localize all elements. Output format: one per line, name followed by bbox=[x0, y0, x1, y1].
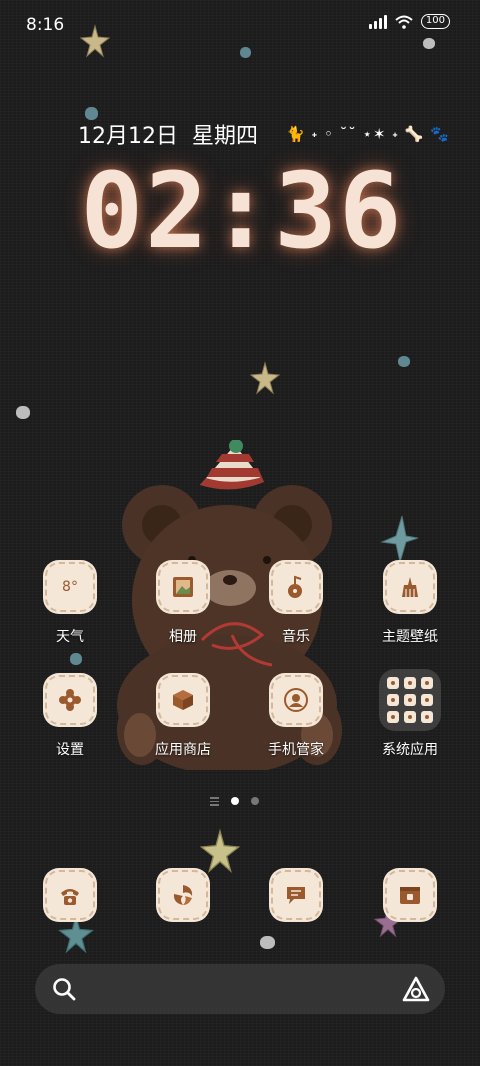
dock-messages[interactable] bbox=[246, 870, 346, 920]
weather-temp: 8° bbox=[62, 579, 78, 595]
status-bar: 8:16 100 bbox=[0, 0, 480, 50]
doodle-decoration: 🐈 ˖ ◦ ˘˘ ⋆✶ ˖ 🦴 🐾 bbox=[286, 125, 450, 143]
assistant-icon[interactable] bbox=[401, 975, 431, 1003]
app-label: 天气 bbox=[56, 629, 84, 645]
weather-icon: 8° bbox=[45, 562, 95, 612]
app-label: 主题壁纸 bbox=[382, 629, 438, 645]
pebble-decoration bbox=[16, 406, 30, 419]
pebble-decoration bbox=[398, 356, 410, 367]
app-label: 音乐 bbox=[282, 629, 310, 645]
browser-icon bbox=[158, 870, 208, 920]
settings-icon bbox=[45, 675, 95, 725]
app-security[interactable]: 手机管家 bbox=[246, 675, 346, 759]
status-icons: 100 bbox=[368, 14, 450, 29]
star-decoration bbox=[250, 361, 280, 395]
app-label: 系统应用 bbox=[382, 742, 438, 758]
weekday-text: 星期四 bbox=[192, 124, 259, 149]
star-decoration bbox=[200, 828, 240, 873]
pebble-decoration bbox=[260, 936, 275, 949]
page-menu-icon bbox=[210, 797, 219, 806]
app-store[interactable]: 应用商店 bbox=[133, 675, 233, 759]
search-icon[interactable] bbox=[51, 976, 77, 1002]
pebble-decoration bbox=[423, 38, 435, 49]
security-icon bbox=[271, 675, 321, 725]
star-decoration bbox=[80, 24, 110, 58]
search-bar[interactable] bbox=[35, 964, 445, 1014]
pebble-decoration bbox=[240, 47, 251, 58]
page-indicator[interactable] bbox=[210, 797, 259, 806]
signal-icon bbox=[368, 14, 387, 29]
app-label: 相册 bbox=[169, 629, 197, 645]
app-label: 应用商店 bbox=[155, 742, 211, 758]
music-icon bbox=[271, 562, 321, 612]
app-store-icon bbox=[158, 675, 208, 725]
date-text: 12月12日 bbox=[78, 124, 178, 149]
themes-icon bbox=[385, 562, 435, 612]
app-music[interactable]: 音乐 bbox=[246, 562, 346, 646]
clock-widget[interactable]: 02:36 bbox=[62, 150, 422, 272]
folder-icon bbox=[379, 669, 441, 731]
app-label: 手机管家 bbox=[268, 742, 324, 758]
date-widget[interactable]: 12月12日 星期四 🐈 ˖ ◦ ˘˘ ⋆✶ ˖ 🦴 🐾 bbox=[78, 118, 450, 150]
app-folder-system[interactable]: 系统应用 bbox=[360, 669, 460, 759]
dock-camera[interactable] bbox=[360, 870, 460, 920]
status-time: 8:16 bbox=[26, 15, 65, 35]
page-dot[interactable] bbox=[251, 797, 259, 806]
app-themes[interactable]: 主题壁纸 bbox=[360, 562, 460, 646]
pebble-decoration bbox=[70, 653, 82, 665]
app-weather[interactable]: 8° 天气 bbox=[20, 562, 120, 646]
page-dot-active[interactable] bbox=[231, 797, 239, 806]
gallery-icon bbox=[158, 562, 208, 612]
app-gallery[interactable]: 相册 bbox=[133, 562, 233, 646]
app-settings[interactable]: 设置 bbox=[20, 675, 120, 759]
star-decoration bbox=[57, 914, 95, 954]
sparkle-decoration bbox=[380, 515, 419, 564]
camera-icon bbox=[385, 870, 435, 920]
battery-indicator: 100 bbox=[420, 14, 450, 29]
wifi-icon bbox=[395, 15, 413, 29]
app-label: 设置 bbox=[56, 742, 84, 758]
dock-browser[interactable] bbox=[133, 870, 233, 920]
messages-icon bbox=[271, 870, 321, 920]
phone-icon bbox=[45, 870, 95, 920]
dock-phone[interactable] bbox=[20, 870, 120, 920]
